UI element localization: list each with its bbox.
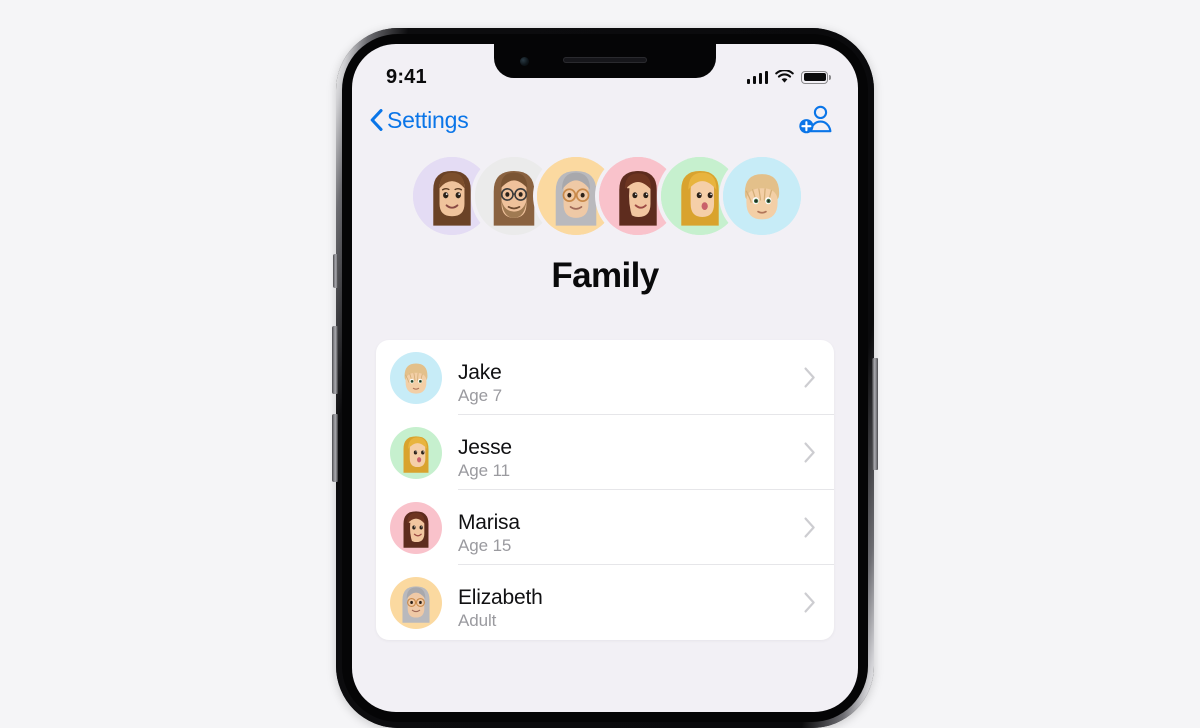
volume-up-button[interactable] — [332, 326, 338, 394]
member-name: Jesse — [458, 436, 512, 460]
volume-down-button[interactable] — [332, 414, 338, 482]
member-name: Elizabeth — [458, 586, 543, 610]
member-detail: Age 7 — [458, 386, 502, 406]
member-detail: Age 15 — [458, 536, 512, 556]
table-row[interactable]: Jesse Age 11 — [376, 415, 834, 490]
member-detail: Age 11 — [458, 461, 511, 481]
family-avatar-row — [352, 144, 858, 248]
table-row-text: Marisa Age 15 — [458, 490, 804, 565]
power-button[interactable] — [872, 358, 878, 470]
navigation-bar: Settings — [352, 96, 858, 144]
phone-screen: 9:41 Settings Family Jake Age 7 Jesse Ag… — [352, 44, 858, 712]
iphone-device: 9:41 Settings Family Jake Age 7 Jesse Ag… — [332, 28, 878, 728]
table-row-text: Jake Age 7 — [458, 340, 804, 415]
front-camera-icon — [520, 57, 529, 66]
battery-icon — [801, 70, 831, 84]
member-name: Marisa — [458, 511, 520, 535]
chevron-right-icon — [804, 367, 815, 388]
status-bar-indicators — [746, 70, 831, 84]
table-row[interactable]: Jake Age 7 — [376, 340, 834, 415]
screenshot-canvas: 9:41 Settings Family Jake Age 7 Jesse Ag… — [0, 0, 1200, 728]
chevron-left-icon — [370, 109, 383, 131]
chevron-right-icon — [804, 592, 815, 613]
wifi-icon — [775, 70, 794, 83]
chevron-right-icon — [804, 517, 815, 538]
table-row-text: Jesse Age 11 — [458, 415, 804, 490]
memoji-elizabeth — [390, 576, 442, 629]
memoji-avatar-6[interactable] — [723, 157, 801, 235]
memoji-jesse — [390, 426, 442, 479]
page-title: Family — [551, 256, 659, 295]
table-row-text: Elizabeth Adult — [458, 565, 804, 640]
mute-switch-button[interactable] — [333, 254, 338, 288]
back-button[interactable]: Settings — [370, 107, 469, 134]
earpiece-speaker — [563, 57, 647, 63]
memoji-jake — [390, 351, 442, 404]
add-person-icon[interactable] — [798, 105, 832, 135]
memoji-marisa — [390, 501, 442, 554]
member-detail: Adult — [458, 611, 497, 631]
table-row[interactable]: Elizabeth Adult — [376, 565, 834, 640]
chevron-right-icon — [804, 442, 815, 463]
member-name: Jake — [458, 361, 502, 385]
back-button-label: Settings — [387, 106, 469, 133]
status-bar-time: 9:41 — [386, 65, 427, 88]
family-members-card: Jake Age 7 Jesse Age 11 Marisa Age 15 El… — [376, 340, 834, 640]
cellular-bars-icon — [746, 70, 768, 84]
family-hero: Family — [352, 144, 858, 296]
table-row[interactable]: Marisa Age 15 — [376, 490, 834, 565]
